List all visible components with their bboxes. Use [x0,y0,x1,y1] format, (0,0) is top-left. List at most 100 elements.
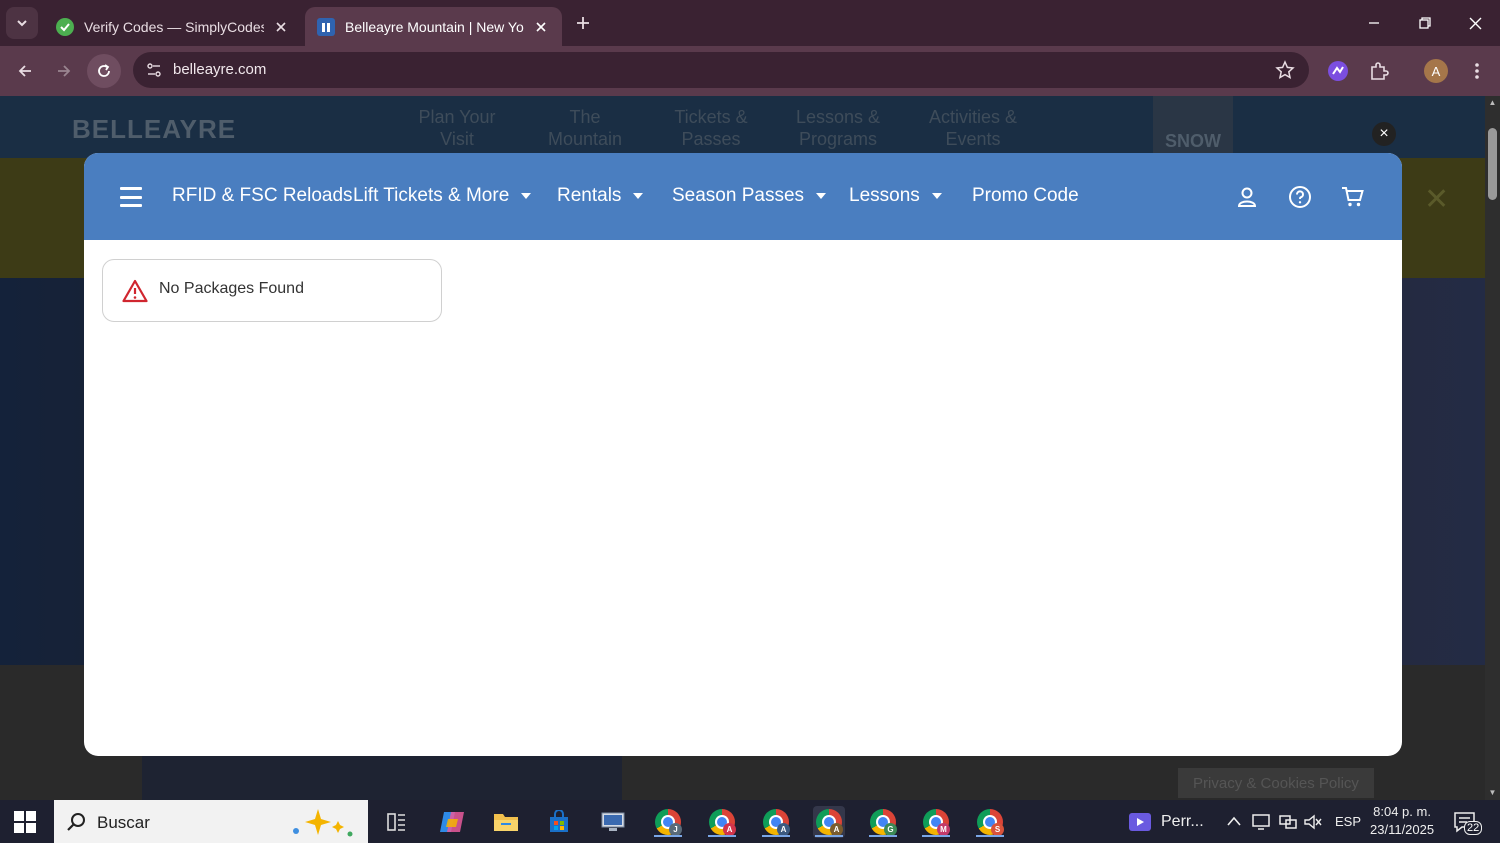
simplycodes-favicon-icon [56,17,74,36]
new-tab-button[interactable] [570,10,596,36]
close-window-button[interactable] [1455,8,1495,38]
scroll-thumb[interactable] [1488,128,1497,200]
bg-nav-plan: Plan Your Visit [418,107,496,149]
caret-down-icon [931,193,942,199]
reload-icon [98,64,110,77]
extensions-puzzle-icon[interactable] [1366,58,1392,84]
cart-icon[interactable] [1340,184,1366,210]
tab-title: Belleayre Mountain | New York's [345,18,524,35]
nav-label: Season Passes [672,185,805,206]
clock-time: 8:04 p. m. [1373,804,1431,819]
chrome-profile-a2-button[interactable]: A [760,806,792,838]
bg-nav-activities: Activities & Events [928,107,1018,149]
scroll-down-arrow[interactable]: ▼ [1488,788,1497,797]
close-icon [1469,17,1481,29]
nav-label: Promo Code [972,185,1079,206]
close-tab-icon[interactable] [532,18,550,36]
running-indicator [654,835,682,837]
copilot-icon[interactable] [436,806,468,838]
tab-search-button[interactable] [6,7,38,39]
extension-purple-icon[interactable] [1325,58,1351,84]
avatar: A [1424,59,1448,83]
nav-promo-code[interactable]: Promo Code [972,185,1079,207]
arrow-right-icon [58,65,71,77]
arrow-left-icon [18,65,31,77]
notification-count: 22 [1464,821,1483,835]
caret-down-icon [816,193,827,199]
hamburger-menu-icon[interactable] [120,187,142,207]
browser-tabstrip: Verify Codes — SimplyCodes Belleayre Mou… [0,0,1500,46]
bookmark-star-icon[interactable] [1275,60,1295,80]
display-icon[interactable] [1251,813,1271,831]
notifications-button[interactable]: 22 [1452,808,1483,836]
warning-icon [122,279,148,303]
chrome-profile-m-button[interactable]: M [920,806,952,838]
remote-desktop-icon[interactable] [597,806,629,838]
nav-rfid-reloads[interactable]: RFID & FSC Reloads [172,185,353,207]
copilot-sparkle-icon [293,809,353,837]
address-bar[interactable]: belleayre.com [133,52,1309,88]
nav-season-passes[interactable]: Season Passes [672,185,827,207]
clock-date: 23/11/2025 [1370,822,1435,837]
taskbar-search[interactable]: Buscar [54,800,368,843]
bg-nav-mountain: The Mountain [547,107,623,149]
chevron-down-icon [17,20,27,27]
profile-button[interactable]: A [1423,58,1449,84]
bg-nav-tickets: Tickets & Passes [674,107,748,149]
nav-label: Lift Tickets & More [353,185,510,206]
media-player-icon[interactable] [1128,812,1152,832]
tab-simplycodes[interactable]: Verify Codes — SimplyCodes [44,7,302,46]
nav-label: RFID & FSC Reloads [172,185,353,206]
chrome-profile-g-button[interactable]: G [867,806,899,838]
account-icon[interactable] [1234,184,1260,210]
clock[interactable]: 8:04 p. m. 23/11/2025 [1370,803,1434,839]
chrome-profile-j-button[interactable]: J [652,806,684,838]
running-indicator [762,835,790,837]
site-info-icon[interactable] [141,57,167,83]
browser-menu-button[interactable] [1464,58,1490,84]
alert-message: No Packages Found [159,280,304,297]
overlay-close-button[interactable]: × [1372,122,1396,146]
file-explorer-icon[interactable] [490,806,522,838]
task-view-icon[interactable] [380,806,412,838]
snow-report-badge: SNOW [1153,96,1233,158]
microsoft-store-icon[interactable] [543,806,575,838]
chevron-up-icon[interactable] [1226,815,1242,827]
nav-label: Lessons [849,185,920,206]
restore-button[interactable] [1405,8,1445,38]
language-indicator[interactable]: ESP [1335,814,1361,829]
reload-button[interactable] [87,54,121,88]
nav-lessons[interactable]: Lessons [849,185,942,207]
forward-button[interactable] [47,54,81,88]
close-tab-icon[interactable] [272,18,290,36]
page-scrollbar[interactable]: ▲ ▼ [1485,96,1500,800]
caret-down-icon [633,193,644,199]
minimize-button[interactable] [1354,8,1394,38]
site-header: BELLEAYRE Plan Your Visit The Mountain Tic… [0,96,1485,158]
running-indicator [869,835,897,837]
caret-down-icon [521,193,532,199]
browser-toolbar: belleayre.com A [0,46,1500,96]
help-icon[interactable] [1287,184,1313,210]
running-indicator [708,835,736,837]
chrome-profile-a3-button[interactable]: A [813,806,845,838]
url-text: belleayre.com [173,61,267,78]
no-packages-alert: No Packages Found [102,259,442,322]
windows-start-icon[interactable] [14,811,36,833]
plus-icon [577,17,589,29]
network-icon[interactable] [1278,813,1298,831]
modal-navbar: RFID & FSC Reloads Lift Tickets & More R… [84,153,1402,240]
nav-rentals[interactable]: Rentals [557,185,644,207]
back-button[interactable] [8,54,42,88]
chrome-profile-a1-button[interactable]: A [706,806,738,838]
nav-lift-tickets[interactable]: Lift Tickets & More [353,185,532,207]
tab-belleayre[interactable]: Belleayre Mountain | New York's [305,7,562,46]
media-title[interactable]: Perr... [1161,813,1204,831]
volume-muted-icon[interactable] [1303,813,1323,831]
search-placeholder: Buscar [97,813,150,832]
privacy-link: Privacy & Cookies Policy [1178,768,1374,798]
scroll-up-arrow[interactable]: ▲ [1488,98,1497,107]
booking-modal: RFID & FSC Reloads Lift Tickets & More R… [84,153,1402,756]
chrome-profile-s-button[interactable]: S [974,806,1006,838]
running-indicator [815,835,843,837]
